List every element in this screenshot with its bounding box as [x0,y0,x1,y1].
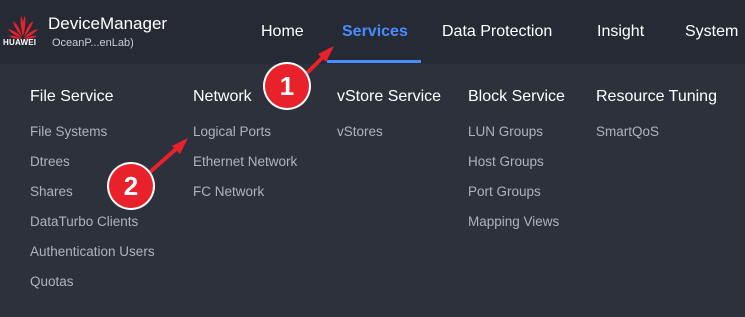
arrow-2 [148,138,188,174]
annotation-arrows [148,46,334,174]
step-2-badge: 2 [109,164,153,208]
step-1-badge: 1 [265,64,309,108]
